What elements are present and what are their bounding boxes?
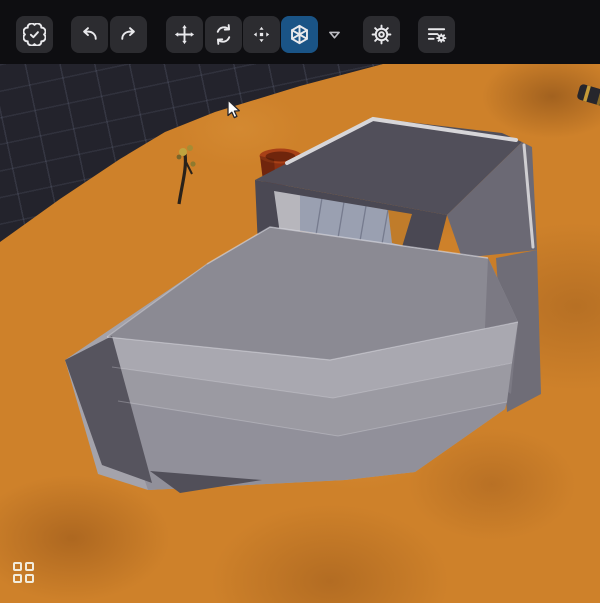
scene-objects	[0, 64, 600, 603]
undo-icon	[78, 23, 101, 46]
badge-check-icon	[23, 23, 46, 46]
rotate-tool-button[interactable]	[205, 16, 242, 53]
more-tools-button[interactable]	[320, 16, 348, 53]
cube-icon	[288, 23, 311, 46]
list-settings-icon	[425, 23, 448, 46]
box-select-tool-button[interactable]	[281, 16, 318, 53]
verified-badge-button[interactable]	[16, 16, 53, 53]
cursor	[227, 99, 243, 120]
gray-hull[interactable]	[65, 227, 518, 493]
small-plant[interactable]	[177, 145, 196, 204]
redo-button[interactable]	[110, 16, 147, 53]
scale-icon	[250, 23, 273, 46]
move-tool-button[interactable]	[166, 16, 203, 53]
gear-icon	[370, 23, 393, 46]
rotate-icon	[212, 23, 235, 46]
toolbar	[0, 0, 600, 64]
undo-button[interactable]	[71, 16, 108, 53]
viewport-3d[interactable]	[0, 64, 600, 603]
redo-icon	[117, 23, 140, 46]
display-options-button[interactable]	[418, 16, 455, 53]
settings-button[interactable]	[363, 16, 400, 53]
move-icon	[173, 23, 196, 46]
striped-barrel[interactable]	[576, 83, 600, 107]
scale-tool-button[interactable]	[243, 16, 280, 53]
grid-view-icon[interactable]	[13, 562, 37, 586]
chevron-down-icon	[323, 23, 346, 46]
